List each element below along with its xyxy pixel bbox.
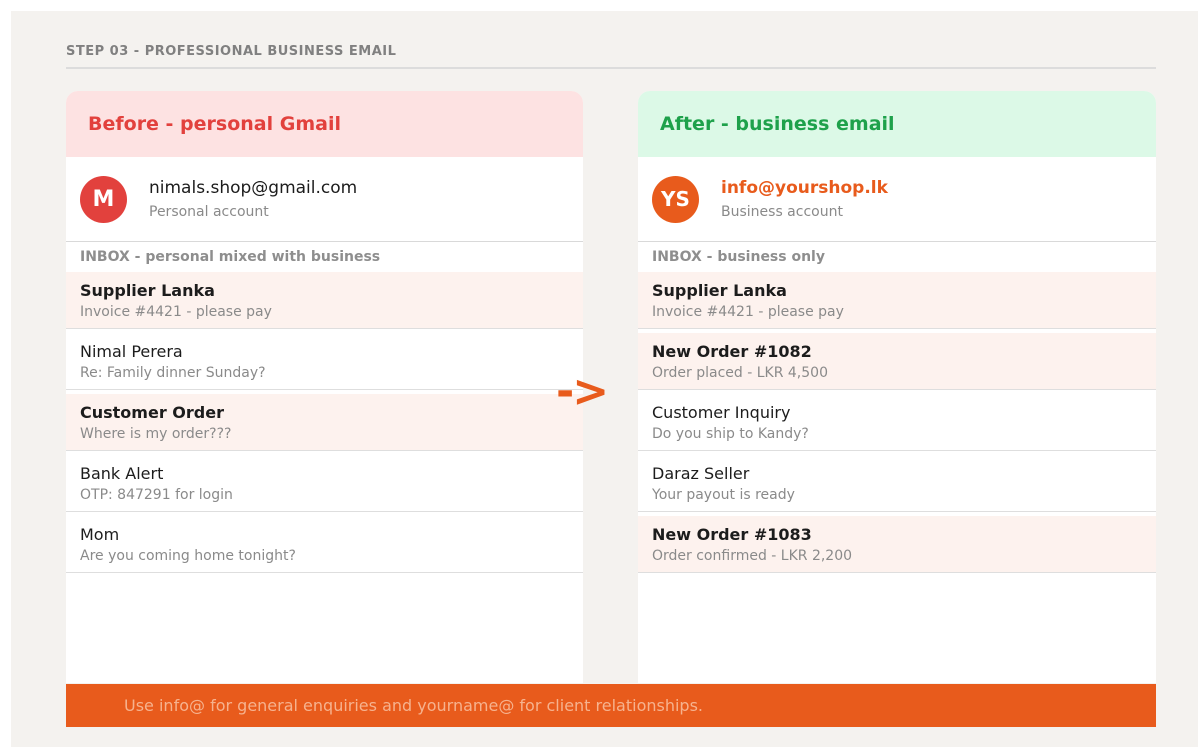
inbox-label: INBOX - personal mixed with business bbox=[80, 249, 381, 265]
step-title: STEP 03 - PROFESSIONAL BUSINESS EMAIL bbox=[66, 44, 397, 59]
mail-subject: Where is my order??? bbox=[80, 425, 232, 442]
mail-subject: Your payout is ready bbox=[652, 486, 795, 503]
mail-subject: Invoice #4421 - please pay bbox=[652, 303, 844, 320]
mail-subject: OTP: 847291 for login bbox=[80, 486, 233, 503]
transition-arrow: -> bbox=[556, 366, 609, 417]
mail-sender: Supplier Lanka bbox=[80, 280, 215, 300]
mail-subject: Order placed - LKR 4,500 bbox=[652, 364, 828, 381]
before-account: M nimals.shop@gmail.com Personal account bbox=[66, 157, 583, 242]
before-panel: Before - personal Gmail M nimals.shop@gm… bbox=[66, 91, 583, 683]
mail-item[interactable]: Nimal Perera Re: Family dinner Sunday? bbox=[66, 333, 583, 390]
mail-sender: New Order #1082 bbox=[652, 341, 812, 361]
mail-subject: Invoice #4421 - please pay bbox=[80, 303, 272, 320]
mail-item[interactable]: Supplier Lanka Invoice #4421 - please pa… bbox=[66, 272, 583, 329]
account-type: Business account bbox=[721, 204, 843, 220]
after-panel-header: After - business email bbox=[638, 91, 1156, 157]
avatar: YS bbox=[652, 175, 699, 223]
mail-item[interactable]: Daraz Seller Your payout is ready bbox=[638, 455, 1156, 512]
mail-sender: Daraz Seller bbox=[652, 463, 750, 483]
mail-sender: Bank Alert bbox=[80, 463, 164, 483]
tip-banner: Use info@ for general enquiries and your… bbox=[66, 684, 1156, 727]
mail-item[interactable]: New Order #1082 Order placed - LKR 4,500 bbox=[638, 333, 1156, 390]
mail-sender: Customer Order bbox=[80, 402, 224, 422]
mail-sender: Customer Inquiry bbox=[652, 402, 791, 422]
inbox-label: INBOX - business only bbox=[652, 249, 825, 265]
mail-item[interactable]: Supplier Lanka Invoice #4421 - please pa… bbox=[638, 272, 1156, 329]
mail-subject: Order confirmed - LKR 2,200 bbox=[652, 547, 853, 564]
account-type: Personal account bbox=[149, 204, 269, 220]
account-email: nimals.shop@gmail.com bbox=[149, 178, 358, 198]
mail-item[interactable]: Customer Order Where is my order??? bbox=[66, 394, 583, 451]
after-account: YS info@yourshop.lk Business account bbox=[638, 157, 1156, 242]
mail-sender: Mom bbox=[80, 524, 120, 544]
mail-item[interactable]: Bank Alert OTP: 847291 for login bbox=[66, 455, 583, 512]
before-panel-header: Before - personal Gmail bbox=[66, 91, 583, 157]
mail-item[interactable]: Mom Are you coming home tonight? bbox=[66, 516, 583, 573]
title-divider bbox=[66, 67, 1156, 69]
mail-item[interactable]: Customer Inquiry Do you ship to Kandy? bbox=[638, 394, 1156, 451]
mail-item[interactable]: New Order #1083 Order confirmed - LKR 2,… bbox=[638, 516, 1156, 573]
mail-subject: Do you ship to Kandy? bbox=[652, 425, 809, 442]
account-email: info@yourshop.lk bbox=[721, 178, 888, 198]
mail-sender: Nimal Perera bbox=[80, 341, 183, 361]
avatar: M bbox=[80, 175, 127, 223]
mail-subject: Are you coming home tonight? bbox=[80, 547, 296, 564]
after-panel: After - business email YS info@yourshop.… bbox=[638, 91, 1156, 683]
mail-subject: Re: Family dinner Sunday? bbox=[80, 364, 266, 381]
mail-sender: New Order #1083 bbox=[652, 524, 812, 544]
mail-sender: Supplier Lanka bbox=[652, 280, 787, 300]
